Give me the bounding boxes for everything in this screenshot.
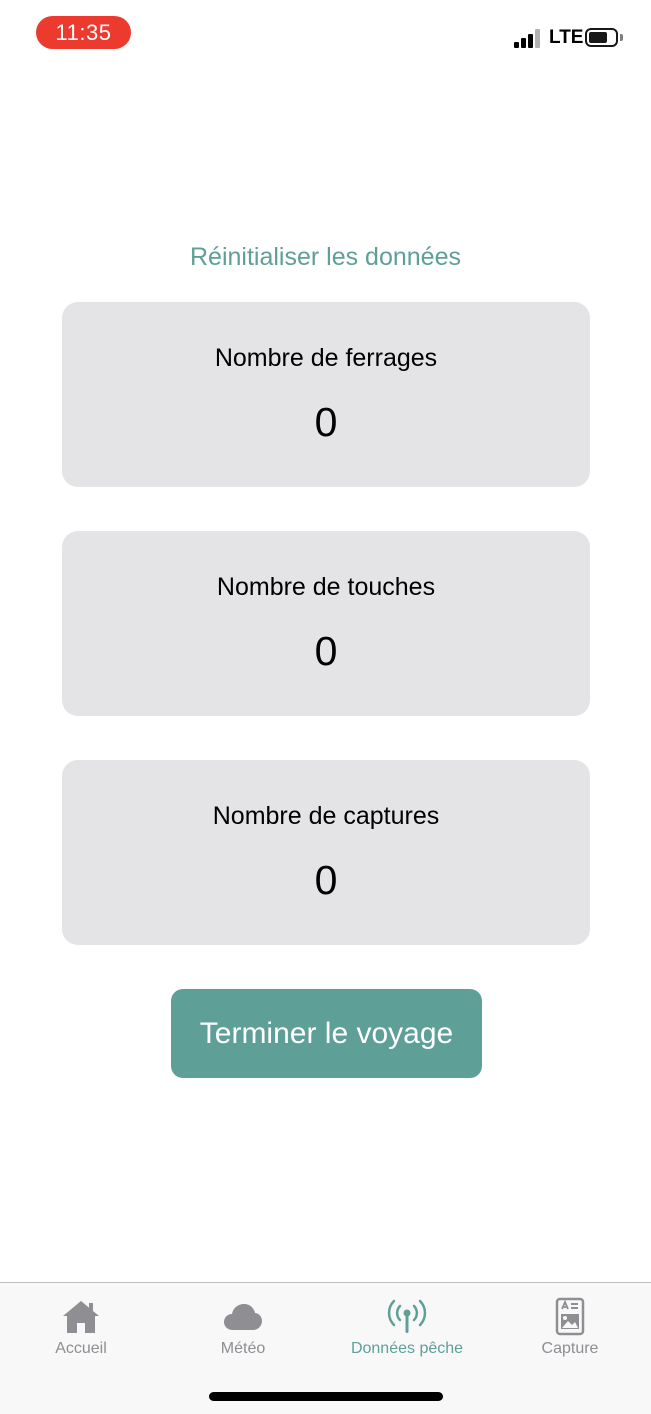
- stat-card-ferrages: Nombre de ferrages 0: [62, 302, 590, 487]
- tab-meteo[interactable]: Météo: [162, 1283, 324, 1373]
- status-bar: 11:35 LTE: [0, 0, 651, 70]
- stat-label: Nombre de ferrages: [214, 344, 438, 372]
- tab-label: Capture: [541, 1340, 599, 1357]
- end-trip-button[interactable]: Terminer le voyage: [171, 989, 482, 1078]
- cloud-icon: [224, 1304, 262, 1330]
- stat-card-touches: Nombre de touches 0: [62, 531, 590, 716]
- house-icon: [63, 1301, 99, 1333]
- network-type: LTE: [549, 27, 584, 48]
- antenna-icon: [387, 1299, 427, 1333]
- cellular-signal-icon: [514, 28, 544, 48]
- tab-label: Données pêche: [350, 1340, 464, 1357]
- stat-value: 0: [314, 399, 338, 445]
- stat-value: 0: [314, 857, 338, 903]
- tab-accueil[interactable]: Accueil: [0, 1283, 162, 1373]
- tab-donnees-peche[interactable]: Données pêche: [326, 1283, 488, 1373]
- reset-data-link[interactable]: Réinitialiser les données: [0, 240, 651, 274]
- stat-label: Nombre de captures: [212, 802, 440, 830]
- tab-capture[interactable]: Capture: [489, 1283, 651, 1373]
- status-time: 11:35: [36, 16, 131, 49]
- battery-tip: [620, 34, 623, 41]
- stat-card-captures: Nombre de captures 0: [62, 760, 590, 945]
- home-indicator[interactable]: [209, 1392, 443, 1401]
- tab-label: Météo: [220, 1340, 266, 1357]
- tab-label: Accueil: [55, 1340, 107, 1357]
- stat-value: 0: [314, 628, 338, 674]
- photo-card-icon: [555, 1297, 585, 1336]
- stat-label: Nombre de touches: [216, 573, 436, 601]
- battery-icon: [585, 28, 618, 47]
